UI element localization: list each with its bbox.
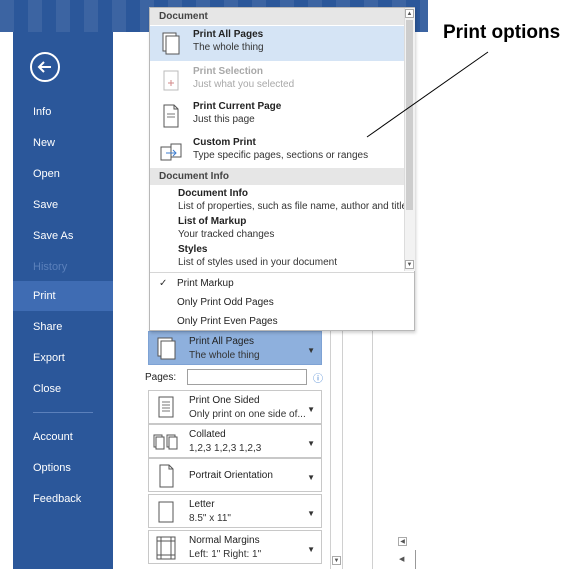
callout-leader-line	[366, 51, 489, 138]
